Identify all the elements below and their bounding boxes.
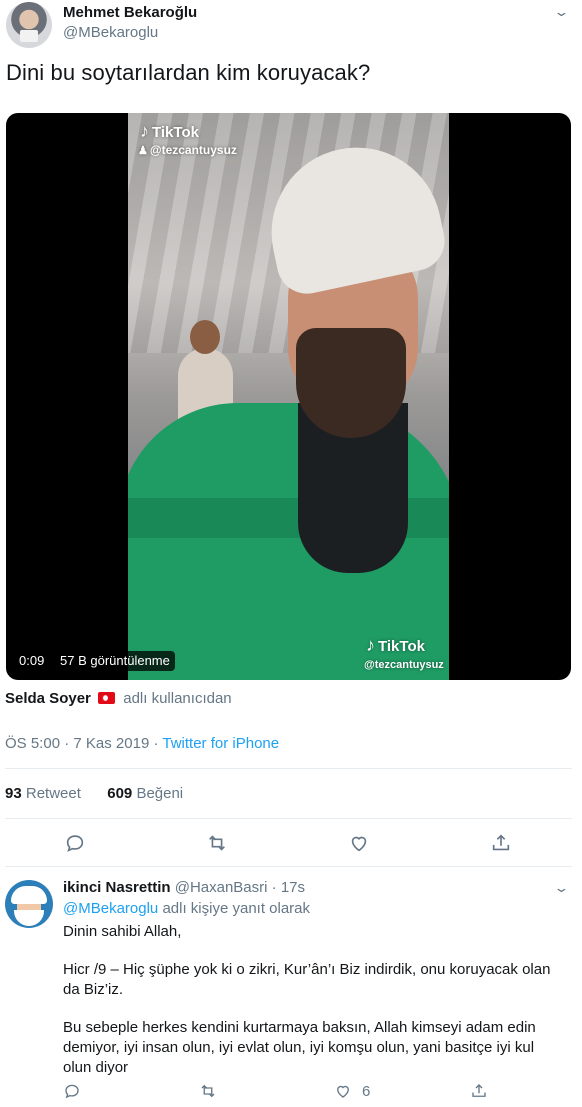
video-views: 57 B görüntülenme	[55, 651, 175, 671]
source-suffix: adlı kullanıcıdan	[123, 690, 232, 707]
tiktok-watermark-top: ♪ TikTok	[140, 121, 199, 141]
tiktok-handle-bottom: @tezcantuysuz	[364, 659, 444, 671]
reply-time[interactable]: · 17s	[272, 879, 305, 896]
reply-author-handle[interactable]: @HaxanBasri	[175, 879, 268, 896]
reply-mention-link[interactable]: @MBekaroglu	[63, 900, 158, 917]
author-name[interactable]: Mehmet Bekaroğlu	[63, 4, 197, 21]
reply-share-button[interactable]	[470, 1082, 488, 1100]
video-source: Selda Soyer adlı kullanıcıdan	[5, 690, 232, 707]
divider	[5, 768, 572, 769]
reply-text-line: Dinin sahibi Allah,	[63, 923, 182, 940]
chevron-down-icon[interactable]: ⌄	[553, 880, 569, 896]
reply-like-count: 6	[362, 1083, 371, 1100]
share-icon	[492, 834, 510, 851]
reply-author-name[interactable]: ikinci Nasrettin	[63, 879, 171, 896]
author-handle[interactable]: @MBekaroglu	[63, 24, 158, 41]
tiktok-handle-top: ♟ @tezcantuysuz	[138, 143, 237, 157]
reply-avatar[interactable]	[5, 880, 53, 928]
user-icon: ♟	[138, 145, 148, 157]
source-user-link[interactable]: Selda Soyer	[5, 690, 91, 707]
divider	[5, 818, 572, 819]
retweet-icon	[209, 835, 225, 851]
reply-text-line: demiyor, iyi insan olun, iyi evlat olun,…	[63, 1039, 535, 1056]
reply-text-line: Hicr /9 – Hiç şüphe yok ki o zikri, Kur’…	[63, 961, 551, 978]
like-icon	[337, 1085, 349, 1098]
tweet-time[interactable]: ÖS 5:00	[5, 735, 60, 752]
share-button[interactable]	[490, 832, 512, 854]
reply-author: ikinci Nasrettin @HaxanBasri · 17s	[63, 879, 305, 896]
video-player[interactable]: ♪ TikTok ♟ @tezcantuysuz ♪ TikTok @tezcantu…	[6, 113, 571, 680]
divider	[5, 866, 572, 867]
video-duration: 0:09	[14, 651, 50, 671]
meta-separator: ·	[64, 735, 70, 752]
tiktok-watermark-bottom: ♪ TikTok	[366, 635, 425, 655]
meta-separator: ·	[153, 735, 159, 752]
retweet-stat[interactable]: 93 Retweet	[5, 785, 81, 802]
chevron-down-icon[interactable]: ⌄	[553, 4, 569, 20]
tweet-text: Dini bu soytarılardan kim koruyacak?	[6, 60, 371, 85]
video-frame: ♪ TikTok ♟ @tezcantuysuz ♪ TikTok @tezcantu…	[128, 113, 449, 680]
tweet-client-link[interactable]: Twitter for iPhone	[162, 735, 279, 752]
tweet-date[interactable]: 7 Kas 2019	[73, 735, 149, 752]
retweet-button[interactable]	[206, 832, 228, 854]
reply-like-button[interactable]	[334, 1082, 352, 1100]
author-avatar[interactable]	[6, 2, 52, 48]
replying-to: @MBekaroglu adlı kişiye yanıt olarak	[63, 900, 310, 917]
tiktok-logo-icon: ♪	[140, 121, 149, 141]
like-button[interactable]	[348, 832, 370, 854]
reply-reply-button[interactable]	[63, 1082, 81, 1100]
reply-icon	[66, 835, 84, 852]
reply-text-line: olun diyor	[63, 1059, 129, 1076]
reply-icon	[65, 1084, 79, 1099]
tweet-meta: ÖS 5:00 · 7 Kas 2019 · Twitter for iPhon…	[5, 735, 279, 752]
retweet-icon	[201, 1084, 215, 1098]
reply-retweet-button[interactable]	[199, 1082, 217, 1100]
turkey-flag-icon	[98, 692, 116, 704]
reply-button[interactable]	[64, 832, 86, 854]
tweet-stats: 93 Retweet 609 Beğeni	[5, 785, 183, 802]
tiktok-logo-icon: ♪	[366, 635, 375, 655]
share-icon	[472, 1084, 486, 1097]
reply-text-line: da Biz’iz.	[63, 981, 124, 998]
like-icon	[351, 836, 367, 852]
like-stat[interactable]: 609 Beğeni	[107, 785, 183, 802]
replying-to-suffix: adlı kişiye yanıt olarak	[162, 900, 311, 917]
reply-text-line: Bu sebeple herkes kendini kurtarmaya bak…	[63, 1019, 536, 1036]
